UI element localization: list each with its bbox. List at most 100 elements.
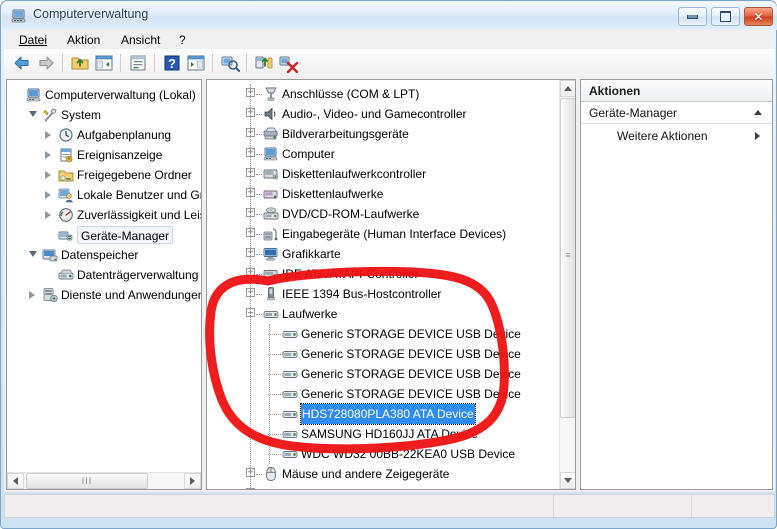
tree-row[interactable]: + Diskettenlaufwerkcontroller	[207, 164, 557, 184]
forward-icon[interactable]	[36, 53, 56, 73]
hscroll-grip: III	[81, 476, 93, 486]
tree-row[interactable]: Geräte-Manager	[7, 225, 199, 245]
tree-row[interactable]: + Anschlüsse (COM & LPT)	[207, 84, 557, 104]
tree-toggle-collapsed[interactable]	[45, 151, 51, 159]
tree-row-label: Modems	[282, 484, 328, 489]
actions-group-device-manager[interactable]: Geräte-Manager	[581, 102, 772, 124]
tree-row[interactable]: Datenträgerverwaltung	[7, 265, 199, 285]
menu-ansicht[interactable]: Ansicht	[114, 32, 167, 48]
hscroll-thumb[interactable]: III	[26, 473, 148, 489]
show-hide-action-pane-icon[interactable]	[186, 53, 206, 73]
menu-bar: Datei Aktion Ansicht ?	[4, 30, 775, 50]
computer-icon	[263, 146, 279, 162]
show-hide-console-tree-icon[interactable]	[94, 53, 114, 73]
minimize-button[interactable]	[678, 7, 707, 26]
update-driver-icon[interactable]	[254, 53, 274, 73]
tree-row[interactable]: + Bildverarbeitungsgeräte	[207, 124, 557, 144]
close-button[interactable]: ✕	[744, 7, 773, 26]
tree-toggle-collapsed[interactable]	[45, 211, 51, 219]
tree-row[interactable]: Dienste und Anwendungen	[7, 285, 202, 305]
tree-row[interactable]: + IDE ATA/ATAPI-Controller	[207, 264, 557, 284]
tree-row-label: HDS728080PLA380 ATA Device	[300, 403, 476, 425]
tree-row[interactable]: + Computer	[207, 144, 557, 164]
help-icon[interactable]: ?	[162, 53, 182, 73]
tree-row-label: Laufwerke	[282, 307, 338, 321]
tree-row[interactable]: Computerverwaltung (Lokal)	[7, 85, 199, 105]
tree-toggle-collapsed[interactable]	[45, 131, 51, 139]
tree-row-label: Aufgabenplanung	[77, 128, 172, 142]
tree-row-label: Dienste und Anwendungen	[61, 288, 202, 302]
tree-row[interactable]: Zuverlässigkeit und Leis	[7, 205, 201, 225]
event-log-icon	[58, 147, 74, 163]
menu-aktion[interactable]: Aktion	[60, 32, 107, 48]
tree-row[interactable]: + Grafikkarte	[207, 244, 557, 264]
tree-row[interactable]: Datenspeicher	[7, 245, 199, 265]
shared-folder-icon	[58, 167, 74, 183]
tree-row[interactable]: Generic STORAGE DEVICE USB Device	[207, 344, 557, 364]
actions-group-label: Geräte-Manager	[589, 106, 678, 120]
minimize-icon	[679, 8, 706, 25]
tree-row-label: Computerverwaltung (Lokal)	[45, 88, 196, 102]
vscroll-down-button[interactable]	[560, 472, 575, 489]
console-tree-hscrollbar[interactable]: III	[7, 472, 201, 489]
computer-icon	[26, 87, 42, 103]
tree-row[interactable]: Aufgabenplanung	[7, 125, 199, 145]
menu-aktion-label: Aktion	[67, 33, 101, 47]
tree-row[interactable]: + Diskettenlaufwerke	[207, 184, 557, 204]
uninstall-device-icon[interactable]	[278, 53, 298, 73]
tree-row[interactable]: + Eingabegeräte (Human Interface Devices)	[207, 224, 557, 244]
tree-toggle-expanded[interactable]	[29, 251, 37, 257]
menu-datei[interactable]: Datei	[12, 32, 54, 48]
tree-row[interactable]: Generic STORAGE DEVICE USB Device	[207, 364, 557, 384]
maximize-button[interactable]	[711, 7, 740, 26]
tree-toggle-expanded[interactable]	[29, 111, 37, 117]
menu-help[interactable]: ?	[172, 32, 193, 48]
tree-row[interactable]: + Mäuse und andere Zeigegeräte	[207, 464, 557, 484]
tree-row[interactable]: SAMSUNG HD160JJ ATA Device	[207, 424, 557, 444]
tree-row[interactable]: – Laufwerke	[207, 304, 557, 324]
modem-icon	[263, 486, 279, 489]
tree-row[interactable]: Generic STORAGE DEVICE USB Device	[207, 384, 557, 404]
device-tree[interactable]: + Anschlüsse (COM & LPT) + Audio-, Video- u…	[207, 80, 575, 489]
device-tree-vscrollbar[interactable]: ≡	[559, 80, 575, 489]
tree-toggle-collapsed[interactable]	[45, 191, 51, 199]
tree-toggle-collapsed[interactable]	[45, 171, 51, 179]
tree-row[interactable]: + IEEE 1394 Bus-Hostcontroller	[207, 284, 557, 304]
hid-icon	[263, 226, 279, 242]
tree-row[interactable]: + DVD/CD-ROM-Laufwerke	[207, 204, 557, 224]
tree-row[interactable]: HDS728080PLA380 ATA Device	[207, 403, 557, 425]
console-tree[interactable]: Computerverwaltung (Lokal) System Aufgaben…	[7, 80, 201, 489]
console-tree-pane: Computerverwaltung (Lokal) System Aufgaben…	[6, 79, 202, 490]
scan-hardware-changes-icon[interactable]	[220, 53, 240, 73]
tree-row-label: WDC WD32 00BB-22KEA0 USB Device	[301, 447, 516, 461]
tree-toggle-collapsed[interactable]	[29, 291, 35, 299]
services-icon	[42, 287, 58, 303]
tree-row[interactable]: Ereignisanzeige	[7, 145, 199, 165]
maximize-icon	[712, 8, 739, 25]
disk-drive-icon	[282, 386, 298, 402]
tools-icon	[42, 107, 58, 123]
tree-row[interactable]: + Audio-, Video- und Gamecontroller	[207, 104, 557, 124]
actions-more-label: Weitere Aktionen	[617, 129, 708, 143]
up-folder-icon[interactable]	[70, 53, 90, 73]
chevron-up-icon[interactable]	[754, 110, 762, 115]
tree-row-label: Grafikkarte	[282, 247, 341, 261]
back-icon[interactable]	[12, 53, 32, 73]
tree-row[interactable]: System	[7, 105, 199, 125]
tree-row[interactable]: Lokale Benutzer und Gru	[7, 185, 201, 205]
tree-row[interactable]: WDC WD32 00BB-22KEA0 USB Device	[207, 444, 557, 464]
tree-row[interactable]: Freigegebene Ordner	[7, 165, 199, 185]
users-icon	[58, 187, 74, 203]
tree-row[interactable]: Generic STORAGE DEVICE USB Device	[207, 324, 557, 344]
vscroll-thumb[interactable]: ≡	[560, 98, 575, 418]
tree-row-label: Freigegebene Ordner	[77, 168, 192, 182]
actions-pane-header: Aktionen	[581, 80, 772, 102]
hscroll-left-button[interactable]	[7, 473, 24, 489]
speaker-icon	[263, 106, 279, 122]
hscroll-right-button[interactable]	[184, 473, 201, 489]
actions-more-actions[interactable]: Weitere Aktionen	[581, 126, 772, 146]
port-icon	[263, 86, 279, 102]
vscroll-up-button[interactable]	[560, 80, 575, 97]
properties-icon[interactable]	[128, 53, 148, 73]
tree-row[interactable]: +Modems	[207, 484, 557, 489]
